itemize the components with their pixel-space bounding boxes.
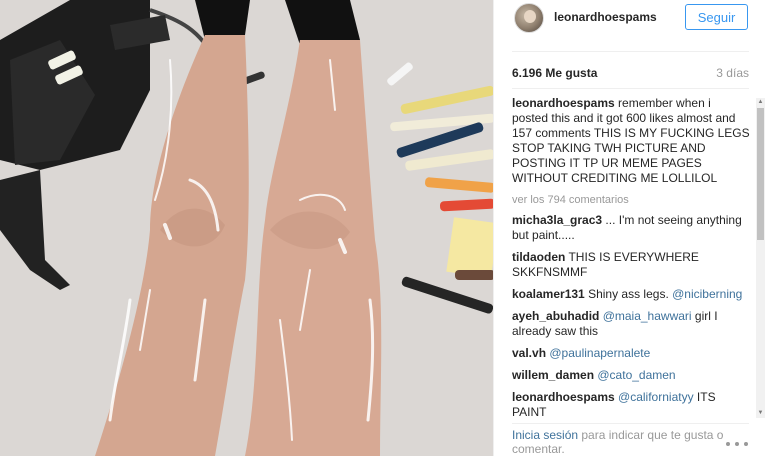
- dot-icon: [726, 442, 730, 446]
- comment-username[interactable]: willem_damen: [512, 368, 594, 382]
- view-all-comments-link[interactable]: ver los 794 comentarios: [512, 193, 750, 208]
- comments-list: leonardhoespams remember when i posted t…: [512, 96, 750, 418]
- comment-mention[interactable]: @maia_hawwari: [599, 309, 692, 323]
- post-header: leonardhoespams Seguir: [494, 0, 768, 40]
- post-username[interactable]: leonardhoespams: [554, 10, 657, 24]
- scroll-thumb[interactable]: [757, 108, 764, 240]
- comment-username[interactable]: leonardhoespams: [512, 96, 615, 110]
- post-time[interactable]: 3 días: [716, 66, 749, 80]
- scroll-down-arrow-icon[interactable]: ▼: [756, 409, 765, 418]
- header-divider: [512, 51, 749, 52]
- list-item: willem_damen @cato_damen: [512, 368, 750, 383]
- footer-divider: [512, 423, 749, 424]
- comment-username[interactable]: leonardhoespams: [512, 390, 615, 404]
- list-item: val.vh @paulinapernalete: [512, 346, 750, 361]
- list-item: micha3la_grac3 ... I'm not seeing anythi…: [512, 213, 750, 243]
- comment-username[interactable]: ayeh_abuhadid: [512, 309, 599, 323]
- avatar[interactable]: [514, 3, 544, 33]
- list-item: tildaoden THIS IS EVERYWHERE SKKFNSMMF: [512, 250, 750, 280]
- comment-mention[interactable]: @californiatyy: [615, 390, 694, 404]
- comment-username[interactable]: koalamer131: [512, 287, 585, 301]
- comment-mention[interactable]: @paulinapernalete: [549, 346, 650, 360]
- photo-illustration: [0, 0, 493, 456]
- comment-mention[interactable]: @niciberning: [672, 287, 742, 301]
- comment-username[interactable]: micha3la_grac3: [512, 213, 602, 227]
- post-sidebar: leonardhoespams Seguir 6.196 Me gusta 3 …: [493, 0, 768, 456]
- login-prompt: Inicia sesión para indicar que te gusta …: [512, 428, 752, 456]
- likes-count[interactable]: 6.196 Me gusta: [512, 66, 597, 80]
- likes-row: 6.196 Me gusta 3 días: [512, 66, 749, 82]
- follow-button[interactable]: Seguir: [685, 4, 748, 30]
- dot-icon: [744, 442, 748, 446]
- caption-comment: leonardhoespams remember when i posted t…: [512, 96, 750, 186]
- post-photo: [0, 0, 493, 456]
- scroll-up-arrow-icon[interactable]: ▲: [756, 98, 765, 107]
- likes-divider: [512, 88, 749, 89]
- comment-text: Shiny ass legs.: [584, 287, 673, 301]
- dot-icon: [735, 442, 739, 446]
- comment-mention[interactable]: @cato_damen: [597, 368, 675, 382]
- more-options-icon[interactable]: [726, 440, 748, 448]
- comments-scrollbar[interactable]: ▲ ▼: [756, 98, 765, 418]
- comment-username[interactable]: val.vh: [512, 346, 546, 360]
- login-link[interactable]: Inicia sesión: [512, 428, 578, 442]
- list-item: koalamer131 Shiny ass legs. @niciberning: [512, 287, 750, 302]
- list-item: leonardhoespams @californiatyy ITS PAINT: [512, 390, 750, 418]
- comment-username[interactable]: tildaoden: [512, 250, 565, 264]
- list-item: ayeh_abuhadid @maia_hawwari girl I alrea…: [512, 309, 750, 339]
